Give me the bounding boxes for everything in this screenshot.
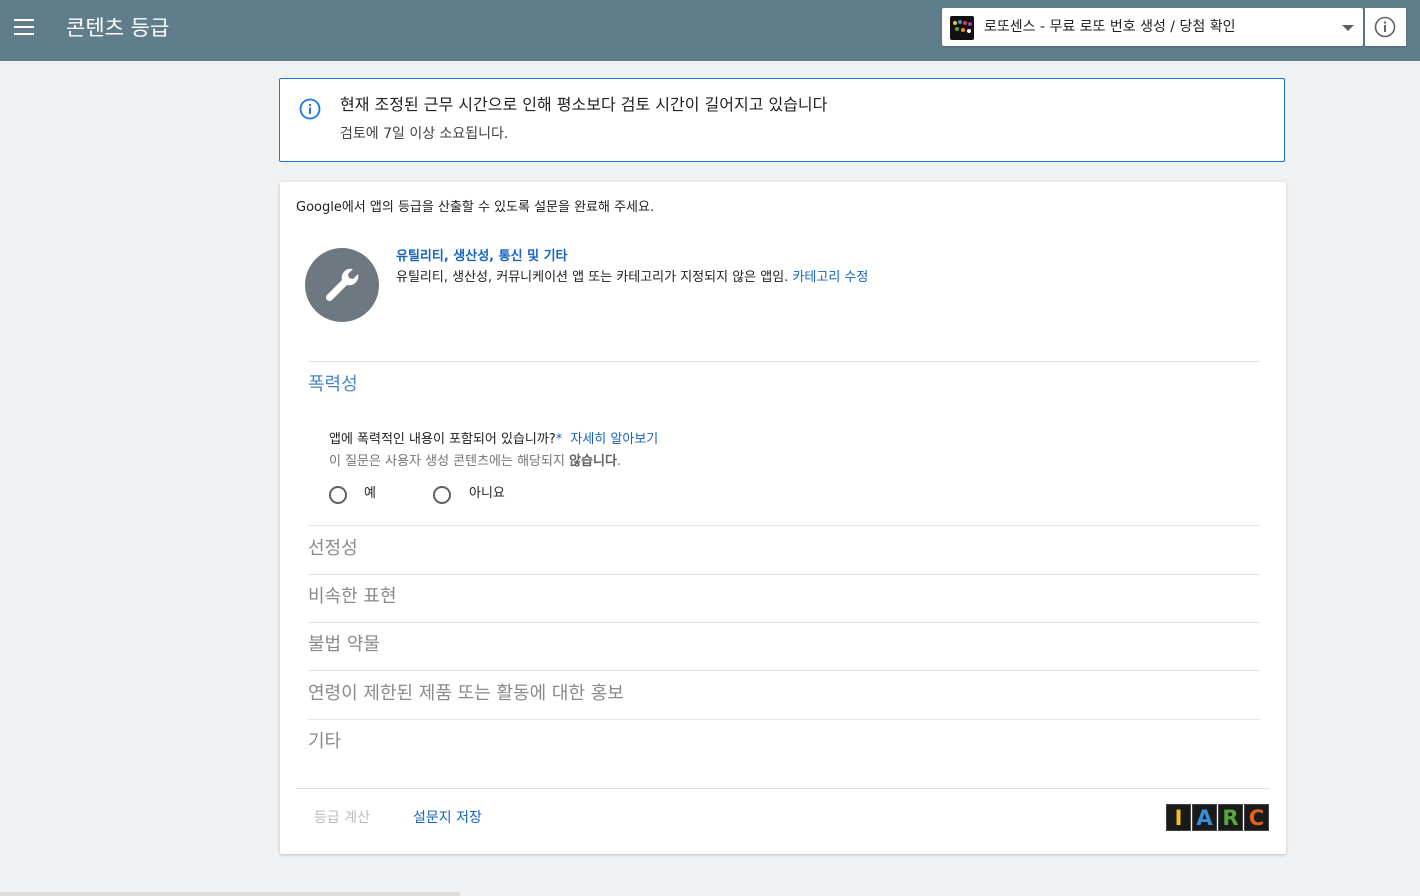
radio-no-label[interactable]: 아니요 [469,485,505,503]
category-icon [305,248,379,322]
chevron-down-icon [1342,25,1354,31]
iarc-letter-i: I [1166,804,1191,831]
section-misc[interactable]: 기타 [308,730,341,754]
section-divider [308,622,1260,623]
question-note: 이 질문은 사용자 생성 콘텐츠에는 해당되지 않습니다. [329,453,621,471]
section-drugs[interactable]: 불법 약물 [308,633,380,657]
notice-title: 현재 조정된 근무 시간으로 인해 평소보다 검토 시간이 길어지고 있습니다 [340,95,828,114]
note-prefix: 이 질문은 사용자 생성 콘텐츠에는 해당되지 [329,454,570,469]
note-suffix: . [616,454,622,469]
calculate-rating-button[interactable]: 등급 계산 [314,809,370,827]
section-divider [308,670,1260,671]
section-divider [308,574,1260,575]
section-divider [308,361,1260,362]
menu-icon[interactable] [14,19,36,41]
iarc-letter-r: R [1218,804,1243,831]
info-icon [299,98,321,120]
violence-question: 앱에 폭력적인 내용이 포함되어 있습니까?* 자세히 알아보기 [329,431,658,449]
app-selector-dropdown[interactable]: 로또센스 - 무료 로또 번호 생성 / 당첨 확인 [942,8,1363,46]
category-description: 유틸리티, 생산성, 커뮤니케이션 앱 또는 카테고리가 지정되지 않은 앱임.… [396,269,868,287]
iarc-letter-a: A [1192,804,1217,831]
footer-divider [296,788,1270,789]
top-app-bar: 콘텐츠 등급 로또센스 - 무료 로또 번호 생성 / 당첨 확인 [0,0,1420,61]
help-button[interactable] [1365,8,1406,46]
questionnaire-intro: Google에서 앱의 등급을 산출할 수 있도록 설문을 완료해 주세요. [296,200,655,215]
section-divider [308,525,1260,526]
iarc-letter-c: C [1244,804,1269,831]
save-questionnaire-button[interactable]: 설문지 저장 [413,809,482,827]
section-language[interactable]: 비속한 표현 [308,585,397,609]
notice-subtitle: 검토에 7일 이상 소요됩니다. [340,126,509,142]
learn-more-link[interactable]: 자세히 알아보기 [570,432,658,447]
review-delay-notice: 현재 조정된 근무 시간으로 인해 평소보다 검토 시간이 길어지고 있습니다 … [279,78,1285,162]
required-mark: * [555,432,563,447]
questionnaire-card: Google에서 앱의 등급을 산출할 수 있도록 설문을 완료해 주세요. 유… [280,182,1286,854]
section-divider [308,719,1260,720]
category-description-text: 유틸리티, 생산성, 커뮤니케이션 앱 또는 카테고리가 지정되지 않은 앱임. [396,270,789,285]
wrench-icon [325,268,359,302]
radio-yes[interactable] [329,486,347,504]
note-bold: 않습니다 [569,454,617,469]
iarc-logo: I A R C [1166,804,1269,831]
category-title: 유틸리티, 생산성, 통신 및 기타 [396,249,568,264]
edit-category-link[interactable]: 카테고리 수정 [792,270,868,285]
horizontal-scrollbar[interactable] [0,892,460,896]
app-name: 로또센스 - 무료 로또 번호 생성 / 당첨 확인 [984,19,1236,35]
section-sexuality[interactable]: 선정성 [308,537,358,561]
radio-no[interactable] [433,486,451,504]
section-age-restricted[interactable]: 연령이 제한된 제품 또는 활동에 대한 홍보 [308,682,624,706]
page-title: 콘텐츠 등급 [66,16,170,40]
question-text: 앱에 폭력적인 내용이 포함되어 있습니까? [329,432,556,447]
radio-yes-label[interactable]: 예 [364,485,376,503]
section-violence[interactable]: 폭력성 [308,373,358,397]
app-logo-icon [950,16,974,40]
info-icon [1374,16,1396,38]
